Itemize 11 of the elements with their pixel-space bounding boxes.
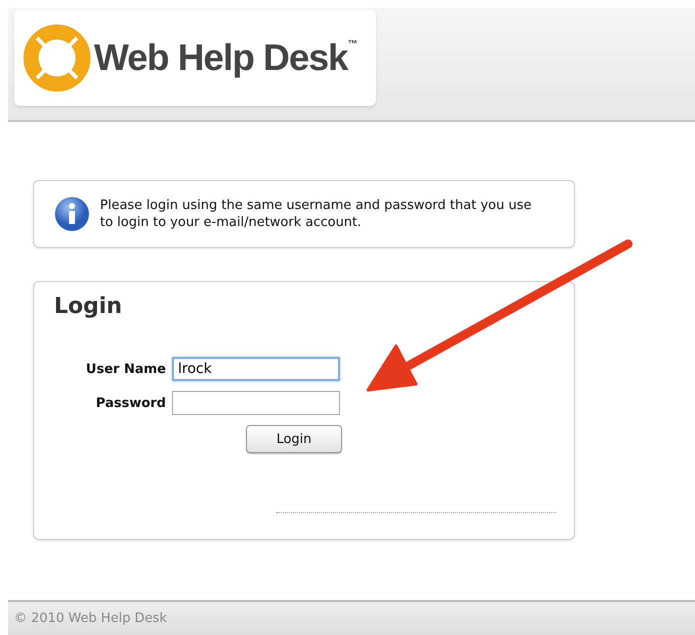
input-field[interactable]: lrock xyxy=(172,357,340,381)
field-label: Password xyxy=(94,396,167,410)
input-field[interactable] xyxy=(172,391,340,415)
logo-text: Web Help Desk™ xyxy=(94,37,358,79)
copyright-text: © 2010 Web Help Desk xyxy=(14,611,167,626)
login-button[interactable]: Login xyxy=(246,425,342,453)
info-icon xyxy=(54,196,90,232)
field-label: User Name xyxy=(84,362,167,376)
info-message: Please login using the same username and password that you use to login to your e-mail/network account. xyxy=(100,197,532,231)
life-ring-icon xyxy=(22,23,92,93)
login-title: Login xyxy=(54,294,124,319)
